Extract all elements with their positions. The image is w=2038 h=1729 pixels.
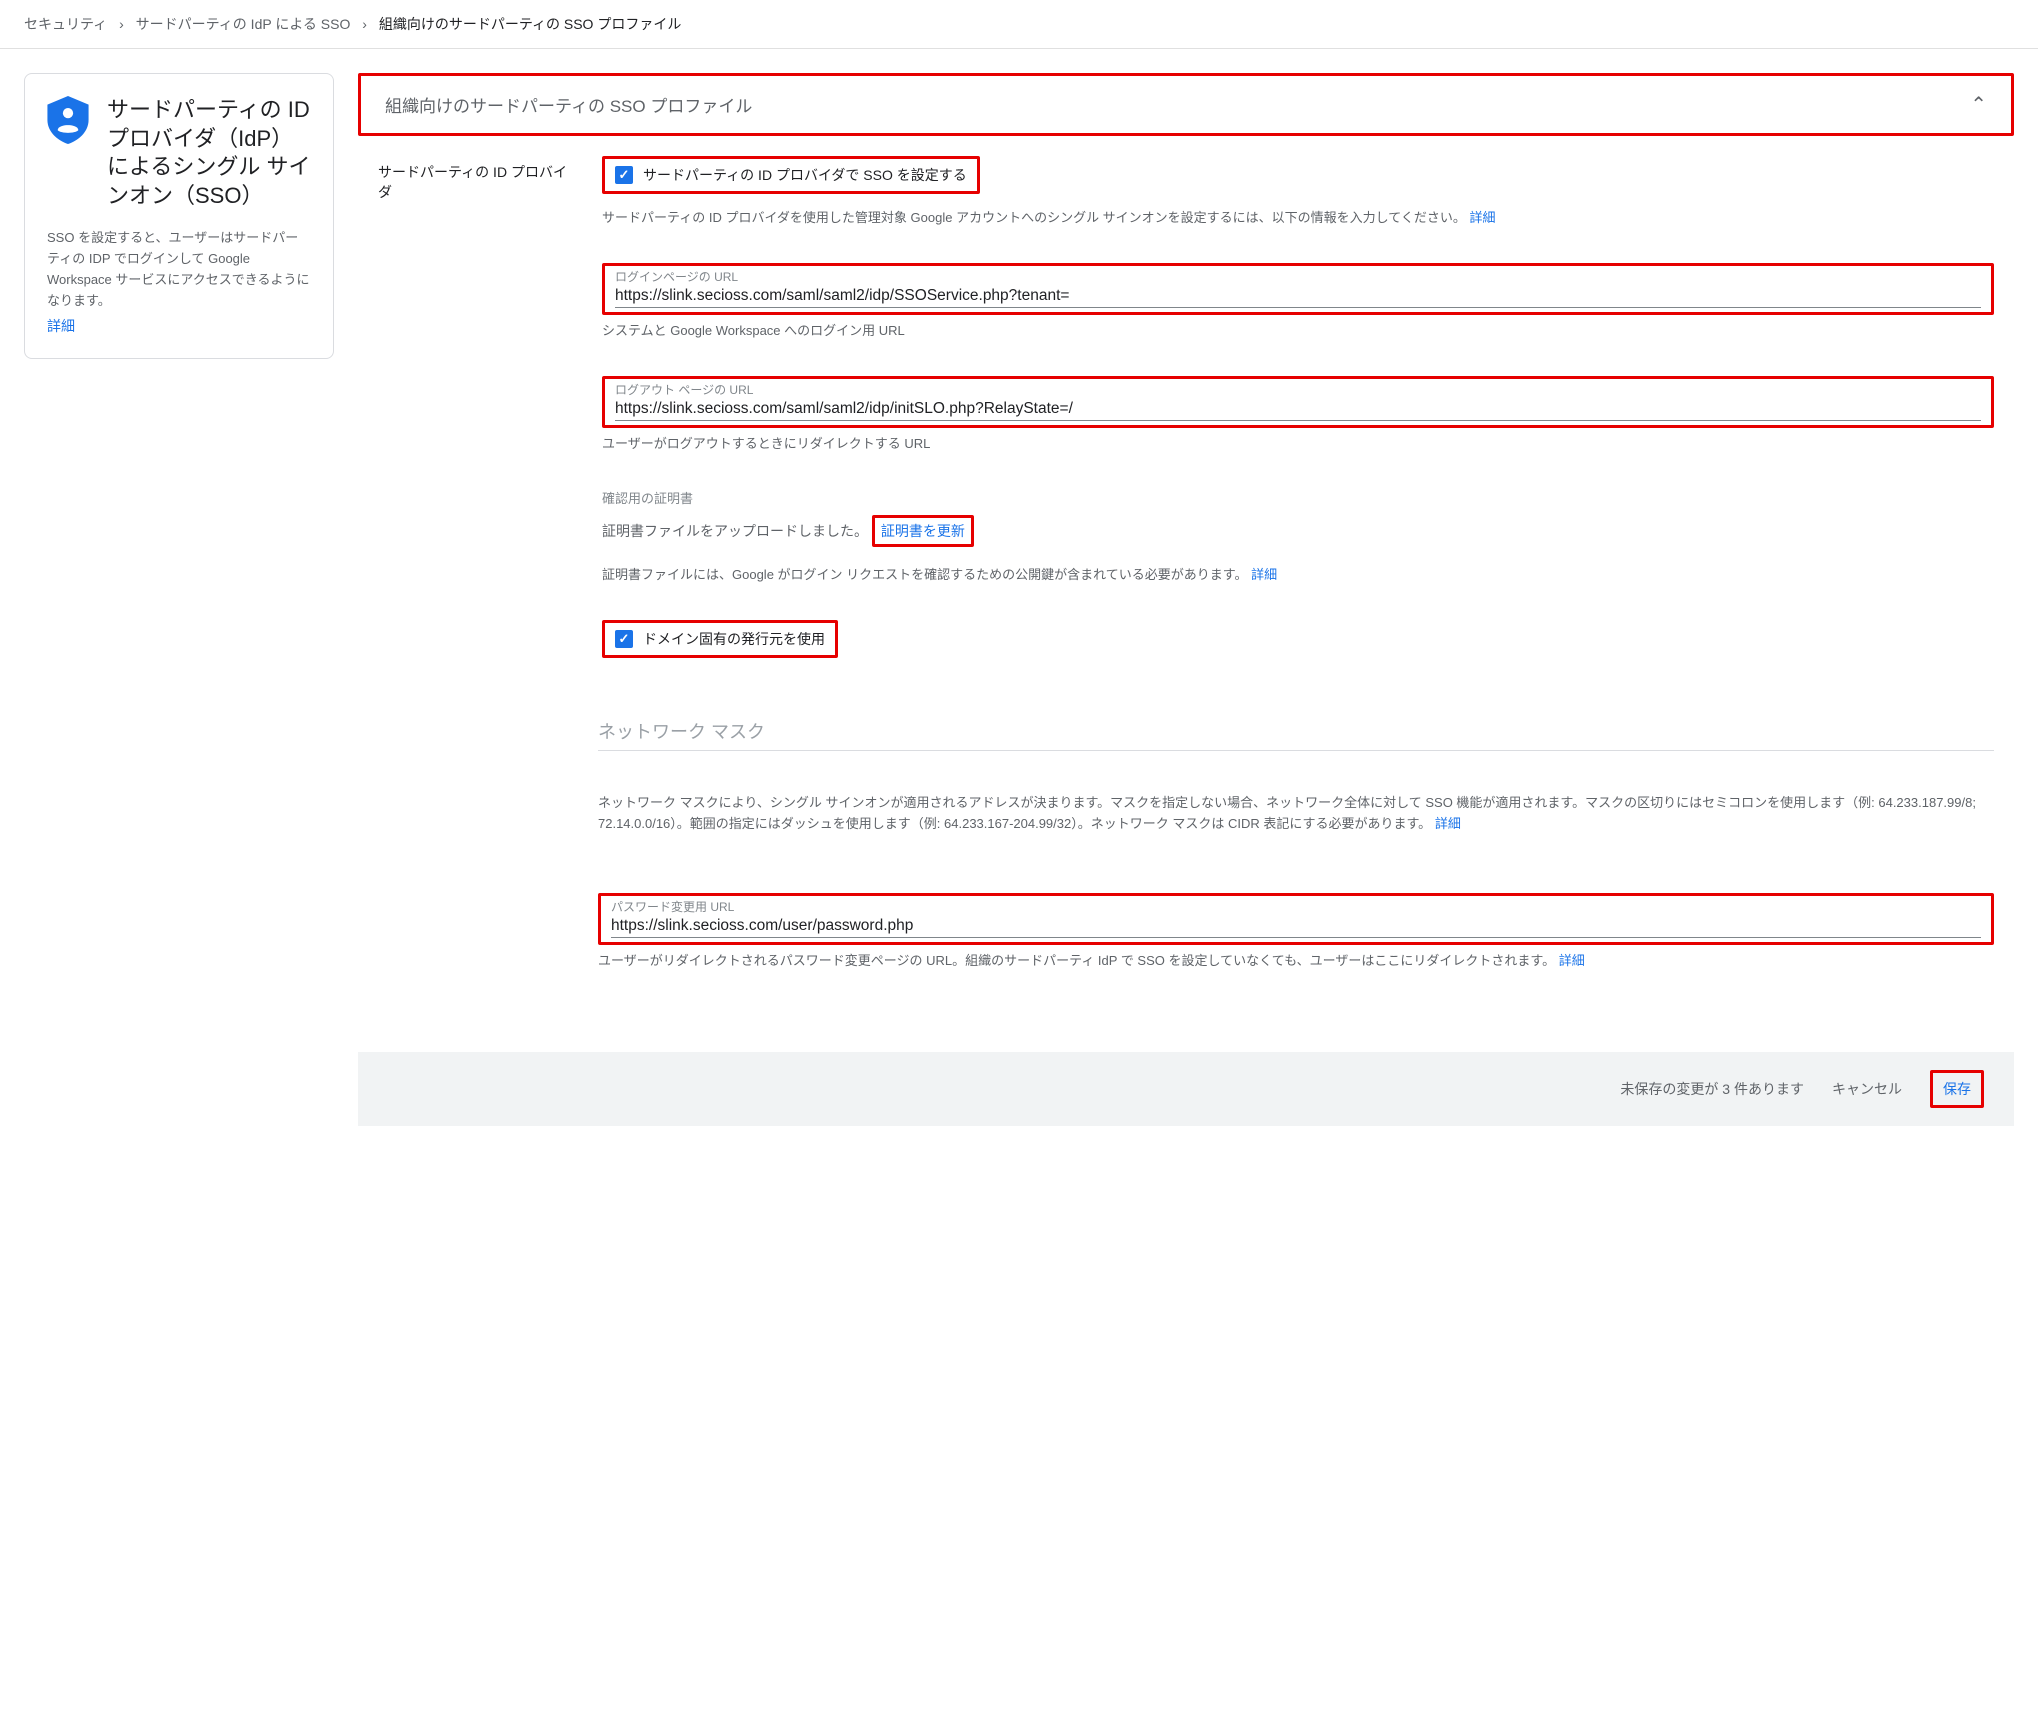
login-url-label: ログインページの URL (615, 268, 1981, 285)
netmask-more-link[interactable]: 詳細 (1435, 816, 1461, 831)
side-panel-desc: SSO を設定すると、ユーザーはサードパーティの IDP でログインして Goo… (47, 228, 311, 311)
password-url-label: パスワード変更用 URL (611, 898, 1981, 915)
logout-url-label: ログアウト ページの URL (615, 381, 1981, 398)
shield-icon (47, 96, 89, 144)
login-url-helper: システムと Google Workspace へのログイン用 URL (602, 321, 1994, 342)
side-panel: サードパーティの ID プロバイダ（IdP）によるシングル サインオン（SSO）… (24, 73, 334, 359)
cert-uploaded-text: 証明書ファイルをアップロードしました。 (602, 523, 868, 539)
logout-url-input[interactable]: https://slink.secioss.com/saml/saml2/idp… (615, 398, 1981, 421)
domain-issuer-label: ドメイン固有の発行元を使用 (643, 629, 825, 649)
cert-more-link[interactable]: 詳細 (1251, 567, 1277, 582)
login-url-field[interactable]: ログインページの URL https://slink.secioss.com/s… (602, 263, 1994, 315)
logout-url-helper: ユーザーがログアウトするときにリダイレクトする URL (602, 434, 1994, 455)
breadcrumb-sep-icon: › (362, 16, 367, 32)
profile-header[interactable]: 組織向けのサードパーティの SSO プロファイル ⌃ (358, 73, 2014, 136)
password-url-helper: ユーザーがリダイレクトされるパスワード変更ページの URL。組織のサードパーティ… (598, 953, 1555, 968)
side-panel-title: サードパーティの ID プロバイダ（IdP）によるシングル サインオン（SSO） (107, 96, 311, 210)
login-url-input[interactable]: https://slink.secioss.com/saml/saml2/idp… (615, 285, 1981, 308)
unsaved-changes-text: 未保存の変更が 3 件あります (1620, 1079, 1804, 1099)
sso-enable-more-link[interactable]: 詳細 (1470, 210, 1496, 225)
password-url-more-link[interactable]: 詳細 (1559, 953, 1585, 968)
logout-url-field[interactable]: ログアウト ページの URL https://slink.secioss.com… (602, 376, 1994, 428)
netmask-title: ネットワーク マスク (598, 718, 1994, 751)
breadcrumb-sso-idp[interactable]: サードパーティの IdP による SSO (136, 16, 351, 32)
netmask-desc: ネットワーク マスクにより、シングル サインオンが適用されるアドレスが決まります… (598, 795, 1976, 831)
footer-bar: 未保存の変更が 3 件あります キャンセル 保存 (358, 1052, 2014, 1126)
idp-section-label: サードパーティの ID プロバイダ (378, 156, 578, 202)
domain-issuer-checkbox[interactable]: ✓ (615, 630, 633, 648)
sso-enable-checkbox[interactable]: ✓ (615, 166, 633, 184)
side-more-link[interactable]: 詳細 (47, 316, 311, 336)
breadcrumb-security[interactable]: セキュリティ (24, 16, 107, 32)
breadcrumb-sep-icon: › (119, 16, 124, 32)
profile-header-title: 組織向けのサードパーティの SSO プロファイル (385, 92, 752, 117)
breadcrumb: セキュリティ › サードパーティの IdP による SSO › 組織向けのサード… (0, 0, 2038, 49)
breadcrumb-current: 組織向けのサードパーティの SSO プロファイル (379, 16, 682, 32)
sso-enable-label: サードパーティの ID プロバイダで SSO を設定する (643, 165, 967, 185)
cert-update-link[interactable]: 証明書を更新 (881, 523, 965, 539)
cert-helper: 証明書ファイルには、Google がログイン リクエストを確認するための公開鍵が… (602, 567, 1247, 582)
password-url-field[interactable]: パスワード変更用 URL https://slink.secioss.com/u… (598, 893, 1994, 945)
cert-label: 確認用の証明書 (602, 488, 1994, 507)
save-button[interactable]: 保存 (1943, 1081, 1971, 1097)
domain-issuer-row[interactable]: ✓ ドメイン固有の発行元を使用 (602, 620, 838, 658)
sso-enable-checkbox-row[interactable]: ✓ サードパーティの ID プロバイダで SSO を設定する (602, 156, 980, 194)
chevron-up-icon: ⌃ (1970, 92, 1987, 117)
main-content: 組織向けのサードパーティの SSO プロファイル ⌃ サードパーティの ID プ… (358, 73, 2014, 1126)
cancel-button[interactable]: キャンセル (1832, 1079, 1902, 1099)
password-url-input[interactable]: https://slink.secioss.com/user/password.… (611, 915, 1981, 938)
sso-enable-helper: サードパーティの ID プロバイダを使用した管理対象 Google アカウントへ… (602, 210, 1466, 225)
